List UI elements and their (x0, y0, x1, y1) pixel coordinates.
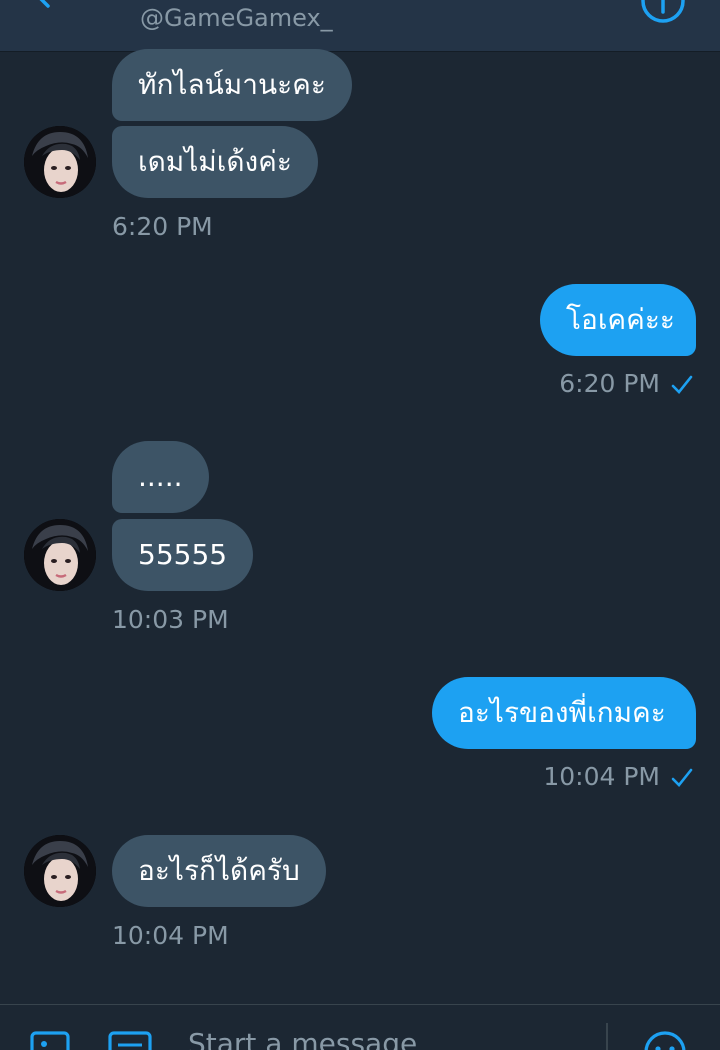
image-icon[interactable] (30, 1031, 70, 1050)
message-timestamp: 6:20 PM (112, 212, 213, 241)
sent-message[interactable]: โอเคค่ะะ (540, 284, 696, 356)
received-message[interactable]: ..... (112, 441, 209, 513)
sent-message[interactable]: อะไรของพี่เกมคะ (432, 677, 696, 749)
message-input[interactable]: Start a message (188, 1027, 417, 1050)
user-handle[interactable]: @GameGamex_ (140, 4, 333, 32)
avatar[interactable] (24, 519, 96, 591)
composer-divider (606, 1023, 608, 1050)
message-composer: Start a message (0, 1004, 720, 1050)
avatar[interactable] (24, 835, 96, 907)
avatar[interactable] (24, 126, 96, 198)
received-message[interactable]: 55555 (112, 519, 254, 591)
received-message[interactable]: เดมไม่เด้งค่ะ (112, 126, 318, 198)
gif-icon[interactable] (108, 1031, 152, 1050)
message-timestamp: 10:03 PM (112, 605, 229, 634)
emoji-icon[interactable] (642, 1029, 688, 1050)
back-arrow-icon[interactable] (28, 0, 58, 10)
checkmark-icon (671, 768, 693, 787)
message-timestamp: 10:04 PM (112, 921, 229, 950)
checkmark-icon (671, 375, 693, 394)
info-icon[interactable] (640, 0, 686, 24)
received-message[interactable]: ทักไลน์มานะคะ (112, 49, 352, 121)
message-timestamp: 10:04 PM (543, 762, 660, 791)
conversation-header: @GameGamex_ (0, 0, 720, 52)
received-message[interactable]: อะไรก็ได้ครับ (112, 835, 326, 907)
message-timestamp: 6:20 PM (559, 369, 660, 398)
